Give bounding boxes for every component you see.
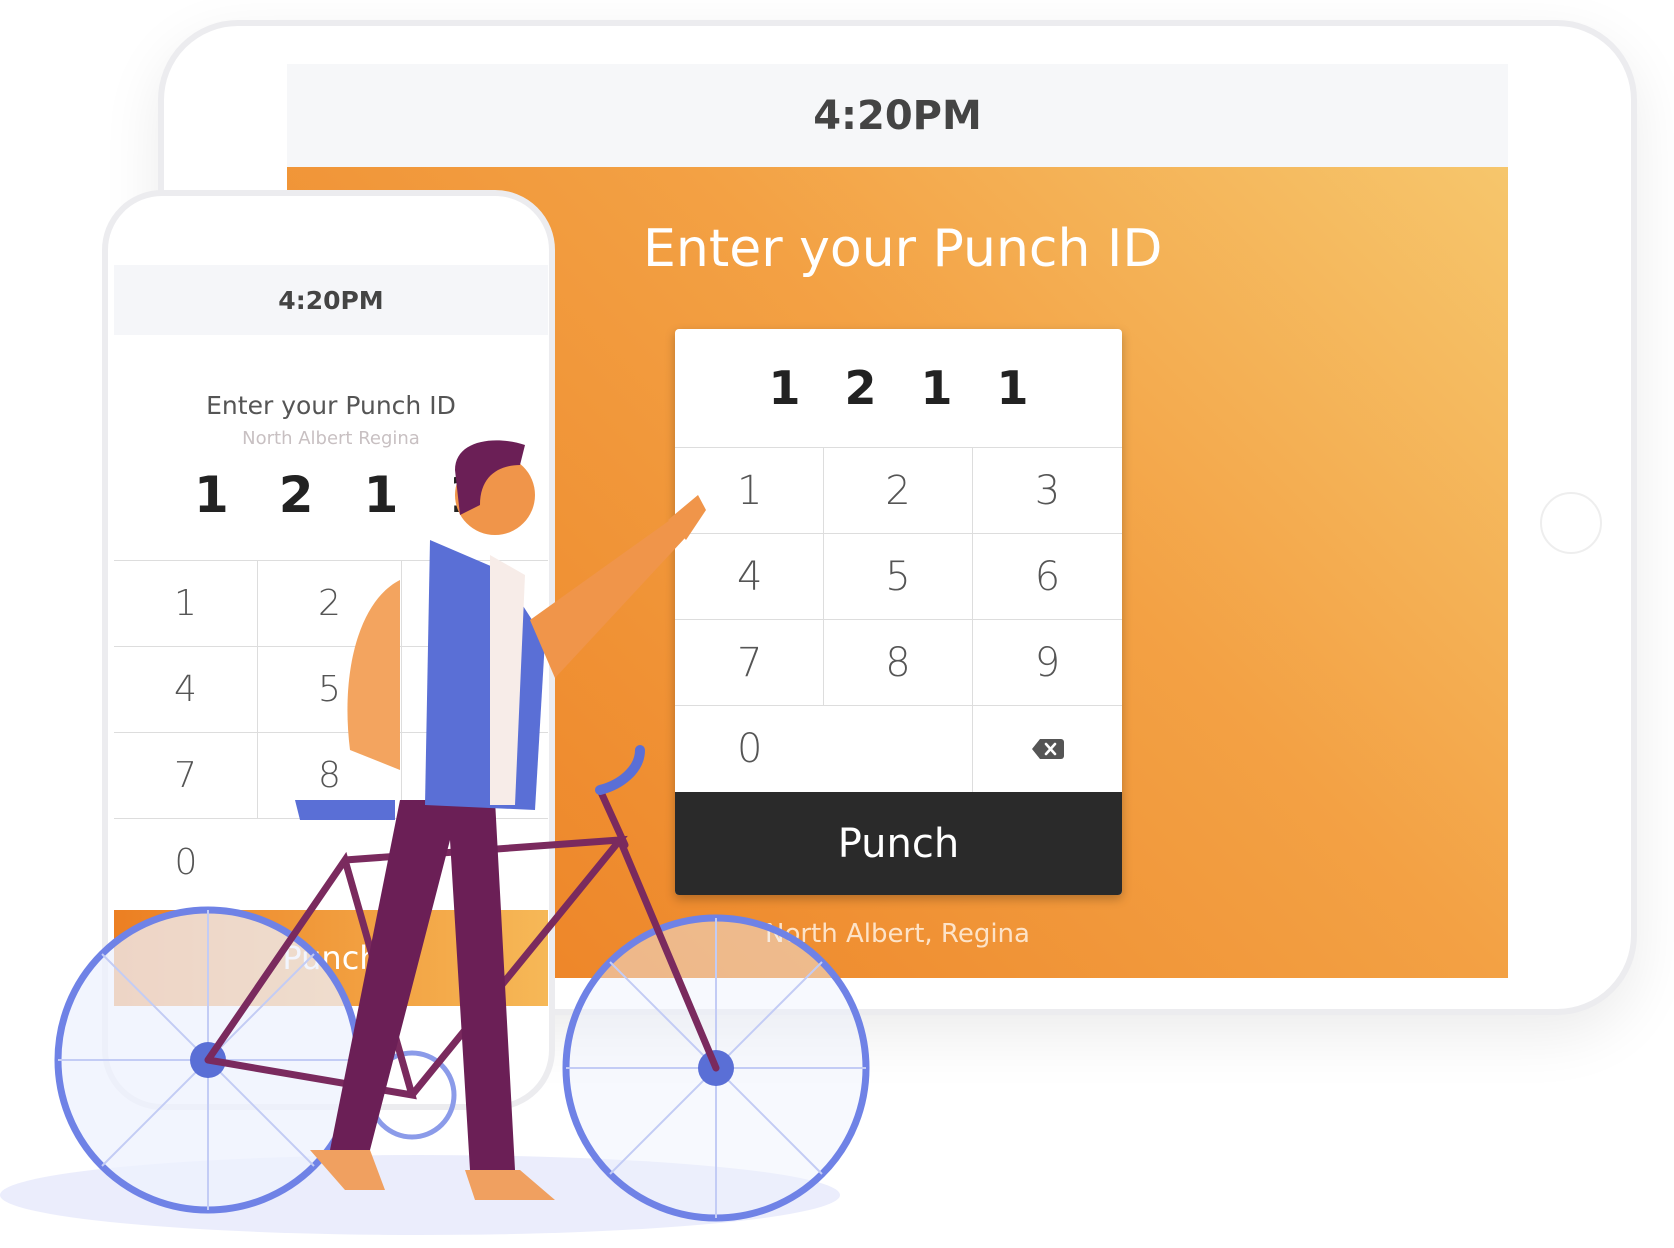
phone-punch-button[interactable]: Punch <box>114 910 548 1006</box>
punch-button[interactable]: Punch <box>675 792 1122 895</box>
key-1[interactable]: 1 <box>114 561 258 647</box>
key-3[interactable]: 3 <box>973 448 1122 534</box>
digit: 2 <box>278 466 314 524</box>
punch-id-display: 1 2 1 1 <box>675 329 1122 448</box>
phone-location: North Albert Regina <box>242 428 420 449</box>
digit: 1 <box>768 361 801 415</box>
key-1[interactable]: 1 <box>675 448 824 534</box>
keypad-card: 1 2 1 1 1 2 3 4 5 6 7 8 9 0 Punch <box>675 329 1122 895</box>
key-9[interactable]: 9 <box>973 620 1122 706</box>
phone-punch-id-display: 1 2 1 1 <box>194 466 483 524</box>
phone-title: Enter your Punch ID <box>206 391 456 420</box>
backspace-button[interactable] <box>973 706 1122 792</box>
digit: 2 <box>844 361 877 415</box>
digit: 1 <box>448 466 484 524</box>
key-4[interactable]: 4 <box>114 647 258 733</box>
key-5[interactable]: 5 <box>258 647 402 733</box>
key-6[interactable]: 6 <box>973 534 1122 620</box>
phone-header: 4:20PM <box>114 265 548 335</box>
time-display: 4:20PM <box>278 285 384 315</box>
time-display: 4:20PM <box>813 92 982 139</box>
key-7[interactable]: 7 <box>675 620 824 706</box>
key-5[interactable]: 5 <box>824 534 973 620</box>
key-6[interactable] <box>402 647 548 733</box>
phone-keypad: 1 2 4 5 7 8 0 <box>114 560 548 905</box>
key-2[interactable]: 2 <box>258 561 402 647</box>
digit: 1 <box>920 361 953 415</box>
key-8[interactable]: 8 <box>258 733 402 819</box>
key-0[interactable]: 0 <box>675 706 973 792</box>
keypad: 1 2 3 4 5 6 7 8 9 0 <box>675 448 1122 792</box>
ground-shadow <box>0 1155 840 1235</box>
digit: 1 <box>996 361 1029 415</box>
page-title: Enter your Punch ID <box>643 219 1163 279</box>
key-3[interactable] <box>402 561 548 647</box>
digit: 1 <box>363 466 399 524</box>
key-4[interactable]: 4 <box>675 534 824 620</box>
key-8[interactable]: 8 <box>824 620 973 706</box>
key-2[interactable]: 2 <box>824 448 973 534</box>
key-0[interactable]: 0 <box>114 819 258 905</box>
digit: 1 <box>194 466 229 524</box>
phone-frame: 4:20PM Enter your Punch ID North Albert … <box>102 190 555 1110</box>
backspace-icon <box>1031 739 1064 759</box>
key-7[interactable]: 7 <box>114 733 258 819</box>
tablet-home-button <box>1540 492 1602 554</box>
key-9[interactable] <box>402 733 548 819</box>
tablet-header: 4:20PM <box>287 64 1508 167</box>
